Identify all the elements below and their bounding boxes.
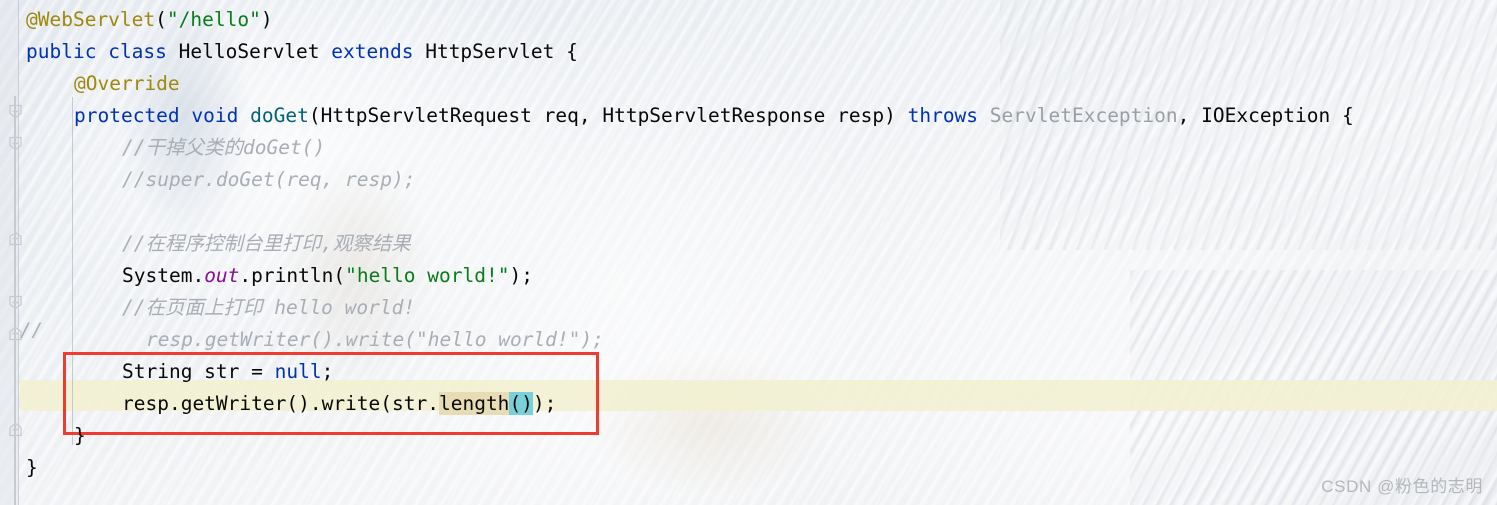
code-token: null	[274, 360, 322, 383]
code-editor[interactable]: // @WebServlet("/hello") public class Hel…	[0, 0, 1497, 505]
code-line-blank-1[interactable]	[122, 196, 134, 227]
code-token: length	[438, 392, 510, 415]
code-line-comment-kill-super-doget[interactable]: //干掉父类的doGet()	[122, 132, 325, 163]
code-line-class-close-brace[interactable]: }	[26, 452, 38, 483]
code-token: extends	[331, 40, 414, 63]
code-token: String str =	[122, 360, 275, 383]
code-line-comment-print-to-console[interactable]: //在程序控制台里打印,观察结果	[122, 228, 411, 259]
code-token: @Override	[74, 72, 180, 95]
code-token: System.	[122, 264, 205, 287]
code-line-comment-print-to-page[interactable]: //在页面上打印 hello world!	[122, 292, 415, 323]
code-line-comment-resp-getwriter-write[interactable]: resp.getWriter().write("hello world!");	[146, 324, 604, 355]
code-token: @WebServlet	[26, 8, 156, 31]
code-token: }	[74, 424, 86, 447]
code-token: doGet	[250, 104, 309, 127]
code-token: , IOException {	[1177, 104, 1354, 127]
code-line-string-str-null[interactable]: String str = null;	[122, 356, 333, 387]
code-token: }	[26, 456, 38, 479]
code-token: );	[532, 392, 557, 415]
code-line-webservlet-annotation[interactable]: @WebServlet("/hello")	[26, 4, 273, 35]
code-token: //super.doGet(req, resp);	[122, 168, 416, 191]
code-token: resp.getWriter().write(str.	[122, 392, 439, 415]
code-token: )	[260, 8, 273, 31]
code-token: //干掉父类的doGet()	[122, 136, 326, 159]
code-token: protected	[74, 104, 180, 127]
code-line-override-annotation[interactable]: @Override	[74, 68, 180, 99]
code-token: //在程序控制台里打印,观察结果	[122, 232, 411, 255]
code-token: HelloServlet	[166, 40, 332, 63]
code-token: .println(	[239, 264, 346, 287]
code-token: ServletException	[989, 104, 1178, 127]
code-token: "hello world!"	[345, 264, 510, 287]
code-token: "/hello"	[166, 8, 261, 31]
code-line-method-close-brace[interactable]: }	[74, 420, 86, 451]
code-token: HttpServlet {	[413, 40, 578, 63]
code-line-system-out-println[interactable]: System.out.println("hello world!");	[122, 260, 533, 291]
code-line-doget-signature[interactable]: protected void doGet(HttpServletRequest …	[74, 100, 1354, 131]
code-token: out	[204, 264, 240, 287]
code-token: (HttpServletRequest req, HttpServletResp…	[308, 104, 908, 127]
code-token: class	[108, 40, 167, 63]
code-token: throws	[907, 104, 979, 127]
code-line-resp-write-str-length[interactable]: resp.getWriter().write(str.length());	[122, 388, 556, 419]
code-token: ()	[509, 392, 533, 415]
code-line-comment-super-doget-call[interactable]: //super.doGet(req, resp);	[122, 164, 416, 195]
code-line-class-declaration[interactable]: public class HelloServlet extends HttpSe…	[26, 36, 578, 67]
code-token: //在页面上打印 hello world!	[122, 296, 416, 319]
code-token: ;	[321, 360, 334, 383]
code-token: void	[191, 104, 239, 127]
csdn-watermark: CSDN @粉色的志明	[1321, 477, 1483, 496]
code-token: public	[26, 40, 97, 63]
code-token: resp.getWriter().write("hello world!");	[146, 328, 604, 351]
code-token: (	[155, 8, 167, 31]
code-token: );	[509, 264, 533, 287]
code-text-area[interactable]: @WebServlet("/hello") public class HelloS…	[0, 0, 1497, 505]
